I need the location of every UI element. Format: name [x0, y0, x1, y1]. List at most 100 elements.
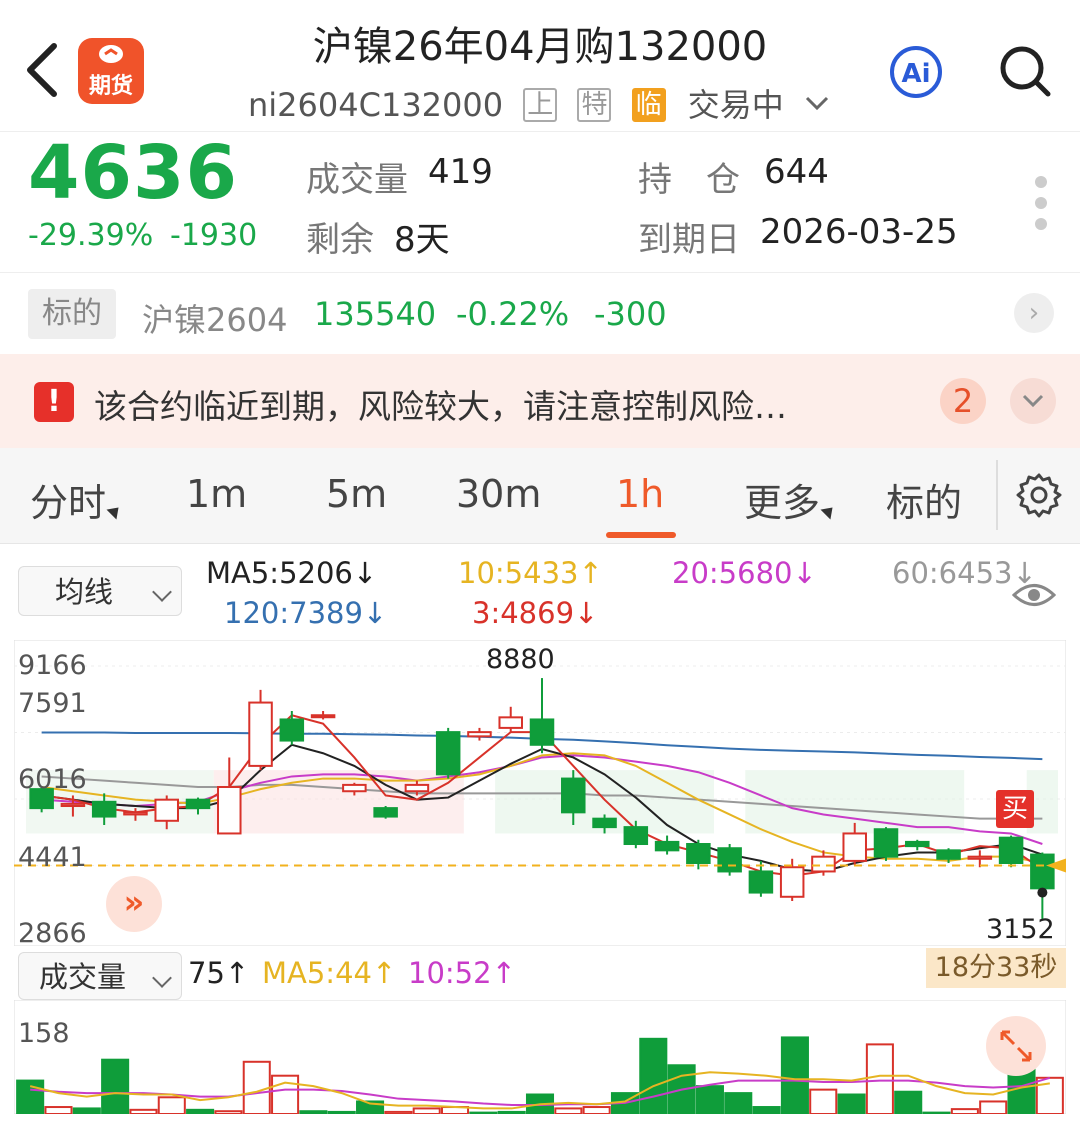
eye-icon[interactable] — [1012, 580, 1056, 610]
gear-icon[interactable] — [1016, 472, 1062, 518]
legend-ma120: 120:7389↓ — [224, 596, 388, 630]
low-annotation: 3152 — [986, 914, 1055, 945]
y-tick-label: 6016 — [18, 764, 87, 795]
underlying-price: 135540 — [314, 295, 437, 333]
legend-ma10: 10:5433↑ — [458, 556, 603, 590]
y-tick-label: 9166 — [18, 650, 87, 681]
change-percent: -29.39% — [28, 218, 154, 253]
volume-bar — [271, 1074, 300, 1114]
indicator-select-label: 均线 — [55, 575, 114, 609]
volume-bar — [950, 1108, 979, 1114]
volume-bar — [894, 1090, 923, 1114]
volume-bar — [157, 1096, 186, 1114]
volume-bar — [299, 1110, 328, 1114]
legend-vol-ma10: 10:52↑ — [408, 956, 516, 990]
volume-bar — [214, 1110, 243, 1114]
volume-bar — [186, 1108, 215, 1114]
volume-bar — [922, 1111, 951, 1114]
tab-more[interactable]: 更多 — [744, 472, 838, 527]
volume-bar — [752, 1106, 781, 1114]
volume-bar — [554, 1107, 583, 1114]
contract-code-row[interactable]: ni2604C132000 上 特 临 交易中 — [248, 80, 830, 126]
expand-icon[interactable] — [986, 1016, 1046, 1076]
bar-countdown: 18分33秒 — [926, 948, 1066, 988]
candle — [373, 806, 398, 819]
tag-expiring: 临 — [631, 88, 666, 122]
y-tick-label: 2866 — [18, 918, 87, 949]
chevron-down-icon — [152, 582, 172, 602]
risk-warning-banner[interactable]: ! 该合约临近到期，风险较大，请注意控制风险… 2 — [0, 354, 1080, 448]
indicator-select[interactable]: 均线 — [18, 566, 182, 616]
tab-label: 更多 — [744, 481, 821, 525]
dropdown-corner-icon — [820, 502, 838, 520]
volume-bar — [582, 1106, 611, 1114]
warning-text: 该合约临近到期，风险较大，请注意控制风险… — [94, 387, 787, 426]
volume-indicator-select[interactable]: 成交量 — [18, 952, 182, 1000]
volume-bar — [809, 1088, 838, 1114]
active-tab-indicator — [606, 532, 676, 538]
tag-exchange: 上 — [523, 88, 558, 122]
chevron-right-icon[interactable]: › — [1014, 293, 1054, 333]
candlestick-chart[interactable] — [14, 640, 1066, 946]
tab-1h[interactable]: 1h — [616, 472, 664, 516]
tab-30m[interactable]: 30m — [456, 472, 541, 516]
tab-5m[interactable]: 5m — [326, 472, 387, 516]
period-tabs: 分时 1m 5m 30m 1h 更多 标的 — [0, 448, 1080, 544]
volume-select-label: 成交量 — [39, 960, 127, 994]
underlying-name: 沪镍2604 — [142, 301, 288, 339]
underlying-badge: 标的 — [28, 289, 116, 339]
top-header: 期货 沪镍26年04月购132000 ni2604C132000 上 特 临 交… — [0, 0, 1080, 132]
trading-status: 交易中 — [687, 86, 784, 124]
chevron-down-icon — [152, 968, 172, 988]
volume-bar — [979, 1100, 1008, 1114]
volume-bar — [780, 1036, 809, 1114]
remaining-value: 8天 — [394, 220, 450, 260]
volume-bar — [469, 1111, 498, 1114]
volume-bar — [695, 1085, 724, 1114]
volume-bar — [1035, 1076, 1064, 1114]
volume-chart[interactable] — [14, 1000, 1066, 1114]
logo-text: 期货 — [88, 74, 133, 99]
volume-bar — [497, 1110, 526, 1114]
legend-ma3: 3:4869↓ — [472, 596, 599, 630]
chevron-down-icon[interactable] — [1010, 378, 1056, 424]
legend-volume: 75↑ — [188, 956, 250, 990]
candle — [248, 689, 273, 771]
underlying-row[interactable]: 标的 沪镍2604 135540 -0.22% -300 › — [0, 272, 1080, 354]
dropdown-corner-icon — [106, 502, 124, 520]
legend-ma5: MA5:5206↓ — [206, 556, 378, 590]
volume-bar — [837, 1093, 866, 1114]
page-title: 沪镍26年04月购132000 — [312, 24, 768, 70]
tab-label: 分时 — [30, 481, 107, 525]
volume-bar — [639, 1037, 668, 1114]
legend-ma20: 20:5680↓ — [672, 556, 817, 590]
back-icon[interactable] — [22, 40, 62, 100]
volume-bar — [724, 1092, 753, 1114]
y-tick-label: 7591 — [18, 688, 87, 719]
chevron-down-icon[interactable] — [804, 94, 830, 114]
search-icon[interactable] — [996, 42, 1054, 100]
ai-assistant-icon[interactable]: Ai — [888, 44, 944, 100]
tab-intraday[interactable]: 分时 — [30, 472, 124, 527]
candle — [717, 844, 742, 876]
double-chevron-right-icon[interactable]: » — [106, 876, 162, 932]
tab-1m[interactable]: 1m — [186, 472, 247, 516]
change-value: -1930 — [170, 218, 258, 253]
volume-bar — [384, 1110, 413, 1114]
buy-button[interactable]: 买 — [996, 790, 1034, 828]
open-interest-value: 644 — [764, 152, 829, 192]
tab-underlying[interactable]: 标的 — [886, 472, 962, 527]
remaining-label: 剩余 — [306, 220, 374, 260]
underlying-change-percent: -0.22% — [456, 295, 570, 333]
more-dots-icon[interactable] — [1030, 176, 1052, 236]
contract-code: ni2604C132000 — [248, 86, 504, 124]
volume-bar — [129, 1108, 158, 1114]
volume-bar — [72, 1107, 101, 1114]
volume-bar — [44, 1106, 73, 1114]
y-tick-label: 4441 — [18, 842, 87, 873]
tag-special: 特 — [577, 88, 612, 122]
candle — [873, 827, 899, 861]
last-price: 4636 — [28, 130, 238, 216]
high-annotation: 8880 — [486, 644, 555, 675]
volume-bar — [16, 1079, 45, 1114]
